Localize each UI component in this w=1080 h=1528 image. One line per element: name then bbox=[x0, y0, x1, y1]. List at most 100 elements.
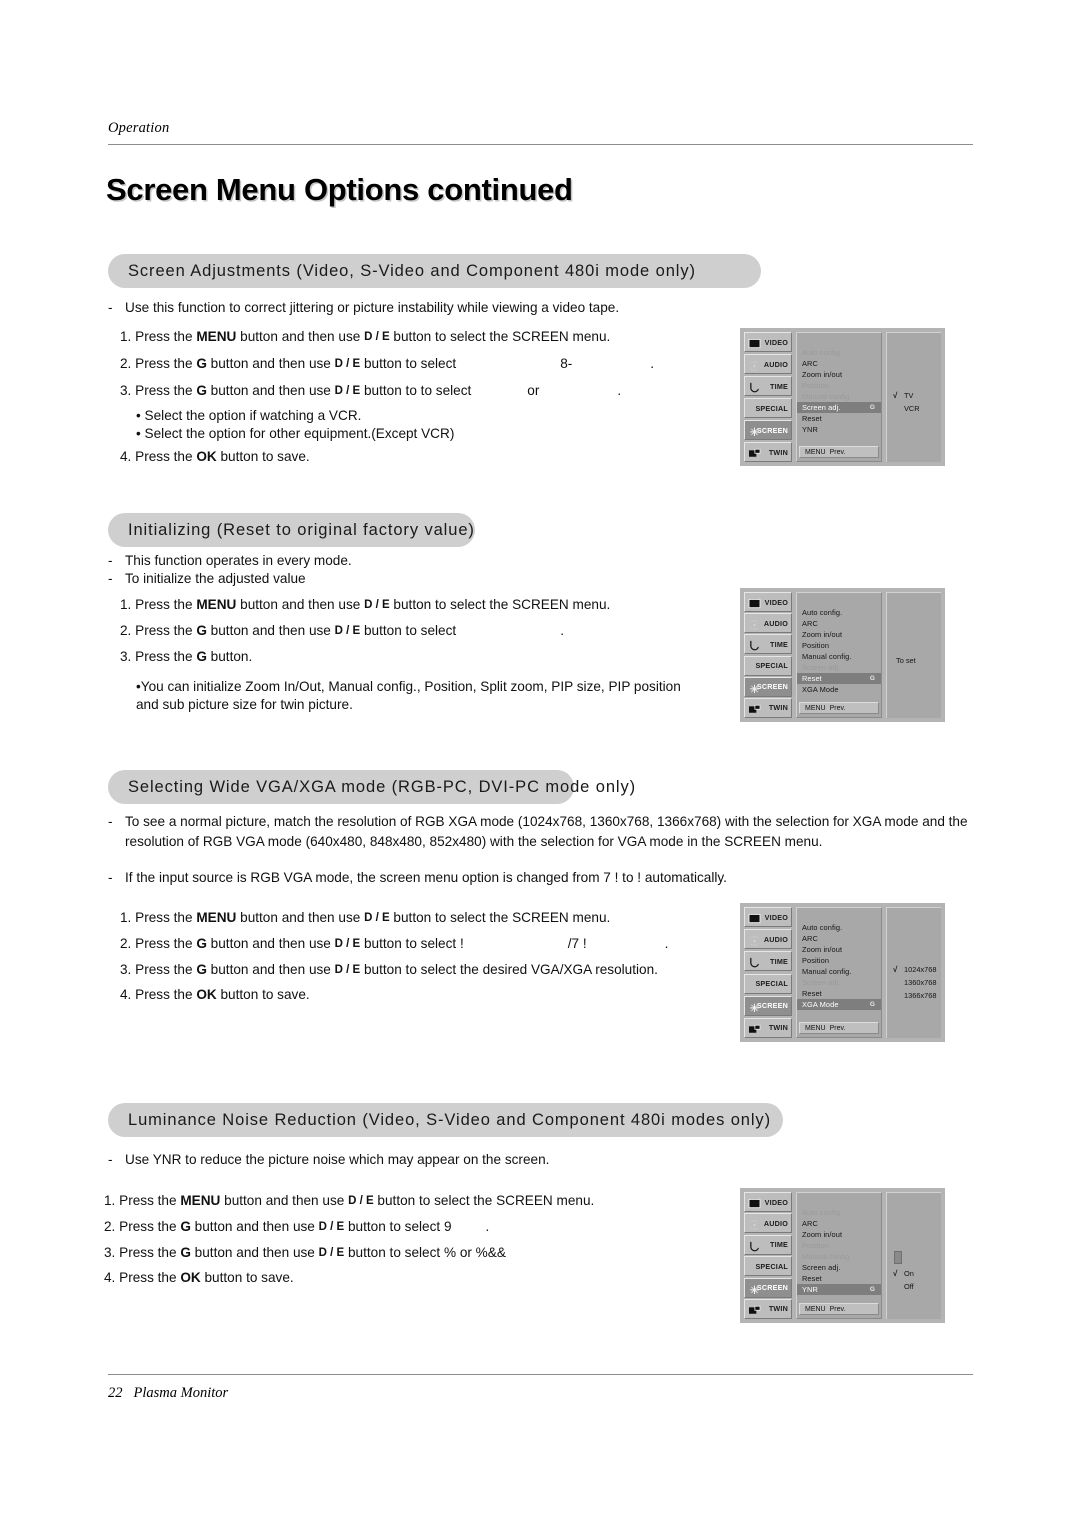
osd-item-arc[interactable]: ARC bbox=[797, 618, 881, 629]
osd-tab-label: AUDIO bbox=[763, 934, 788, 944]
osd-item-arc[interactable]: ARC bbox=[797, 933, 881, 944]
dash-marker: - bbox=[108, 571, 113, 586]
osd-footer-menu-label[interactable]: MENU bbox=[805, 705, 826, 712]
arrow-keys-glyph: D / E bbox=[364, 599, 390, 611]
osd-tab-label: AUDIO bbox=[763, 618, 788, 628]
osd-tab-special[interactable]: SPECIAL bbox=[744, 655, 792, 676]
osd-option-on[interactable]: √ On bbox=[893, 1269, 914, 1278]
footer-rule bbox=[108, 1374, 973, 1375]
osd-tab-audio[interactable]: AUDIO bbox=[744, 613, 792, 634]
osd-tab-time[interactable]: TIME bbox=[744, 634, 792, 655]
osd-item-arc[interactable]: ARC bbox=[797, 358, 881, 369]
g-key-label: G bbox=[196, 383, 207, 398]
osd-option-pane: √ On Off bbox=[886, 1192, 941, 1319]
osd-item-list: Auto config. ARC Zoom in/out Position Manual… bbox=[796, 332, 882, 462]
osd-tab-video[interactable]: VIDEO bbox=[744, 1192, 792, 1212]
osd-item-label: ARC bbox=[802, 1219, 818, 1228]
osd-item-reset[interactable]: Reset bbox=[797, 1273, 881, 1284]
osd-option-1366x768[interactable]: 1366x768 bbox=[893, 991, 936, 1000]
osd-option-vcr[interactable]: VCR bbox=[893, 404, 920, 413]
osd-tab-twin[interactable]: TWIN bbox=[744, 1017, 792, 1038]
osd-tab-screen[interactable]: SCREEN bbox=[744, 420, 792, 440]
osd-option-1024x768[interactable]: √ 1024x768 bbox=[893, 965, 936, 974]
osd-tab-video[interactable]: VIDEO bbox=[744, 907, 792, 927]
osd-item-auto-config[interactable]: Auto config. bbox=[797, 922, 881, 933]
osd-tab-time[interactable]: TIME bbox=[744, 1234, 792, 1255]
speaker-icon bbox=[748, 1218, 761, 1231]
osd-footer-menu-label[interactable]: MENU bbox=[805, 1025, 826, 1032]
g-key-label: G bbox=[196, 936, 207, 951]
osd-footer-prev-label[interactable]: Prev. bbox=[830, 1025, 846, 1032]
osd-footer-bar: MENU Prev. bbox=[799, 446, 879, 458]
osd-item-auto-config[interactable]: Auto config. bbox=[797, 607, 881, 618]
osd-footer-bar: MENU Prev. bbox=[799, 1022, 879, 1034]
ok-key-label: OK bbox=[196, 449, 217, 464]
osd-item-xga-mode[interactable]: XGA Mode G bbox=[797, 999, 881, 1010]
osd-tab-special[interactable]: SPECIAL bbox=[744, 973, 792, 994]
osd-tab-twin[interactable]: TWIN bbox=[744, 442, 792, 462]
osd-tab-audio[interactable]: AUDIO bbox=[744, 929, 792, 950]
osd-option-label: 1024x768 bbox=[904, 965, 937, 974]
osd-item-ynr[interactable]: YNR bbox=[797, 424, 881, 435]
osd-tab-time[interactable]: TIME bbox=[744, 376, 792, 396]
osd-tab-label: TIME bbox=[770, 956, 788, 966]
osd-footer-bar: MENU Prev. bbox=[799, 1303, 879, 1315]
osd-item-ynr[interactable]: YNR G bbox=[797, 1284, 881, 1295]
osd-footer-prev-label[interactable]: Prev. bbox=[830, 705, 846, 712]
step-2: 2. Press the G button and then use D / E… bbox=[120, 936, 669, 951]
osd-item-arrow-icon: G bbox=[869, 1286, 875, 1293]
speaker-icon bbox=[748, 934, 761, 946]
osd-item-label: Screen adj. bbox=[802, 663, 841, 672]
osd-tab-twin[interactable]: TWIN bbox=[744, 1298, 792, 1319]
osd-footer-menu-label[interactable]: MENU bbox=[805, 449, 826, 456]
osd-item-zoom-in-out[interactable]: Zoom in/out bbox=[797, 369, 881, 380]
osd-item-zoom-in-out[interactable]: Zoom in/out bbox=[797, 1229, 881, 1240]
osd-tab-audio[interactable]: AUDIO bbox=[744, 354, 792, 374]
osd-tab-screen[interactable]: SCREEN bbox=[744, 676, 792, 697]
osd-tab-special[interactable]: SPECIAL bbox=[744, 1256, 792, 1277]
osd-item-position[interactable]: Position bbox=[797, 955, 881, 966]
osd-tab-screen[interactable]: SCREEN bbox=[744, 995, 792, 1016]
osd-item-reset[interactable]: Reset bbox=[797, 413, 881, 424]
osd-tab-label: SPECIAL bbox=[755, 661, 788, 671]
osd-option-tv[interactable]: √ TV bbox=[893, 391, 913, 400]
osd-item-arc[interactable]: ARC bbox=[797, 1218, 881, 1229]
osd-footer-prev-label[interactable]: Prev. bbox=[830, 1306, 846, 1313]
osd-footer-prev-label[interactable]: Prev. bbox=[830, 449, 846, 456]
osd-item-label: Manual config. bbox=[802, 1252, 852, 1261]
osd-item-reset[interactable]: Reset G bbox=[797, 673, 881, 684]
osd-tab-time[interactable]: TIME bbox=[744, 951, 792, 972]
arrow-keys-glyph: D / E bbox=[318, 1221, 345, 1233]
osd-item-manual-config[interactable]: Manual config. bbox=[797, 966, 881, 977]
intro-bullet: - Use YNR to reduce the picture noise wh… bbox=[108, 1150, 808, 1170]
step-4: 4. Press the OK button to save. bbox=[104, 1270, 294, 1285]
osd-item-manual-config[interactable]: Manual config. bbox=[797, 651, 881, 662]
osd-tab-video[interactable]: VIDEO bbox=[744, 592, 792, 612]
osd-tab-special[interactable]: SPECIAL bbox=[744, 398, 792, 418]
arrow-keys-glyph: D / E bbox=[348, 1195, 374, 1207]
osd-tab-twin[interactable]: TWIN bbox=[744, 697, 792, 718]
osd-tab-video[interactable]: VIDEO bbox=[744, 332, 792, 352]
step-3: 3. Press the G button and then use D / E… bbox=[104, 1245, 506, 1260]
osd-tab-audio[interactable]: AUDIO bbox=[744, 1213, 792, 1234]
intro-bullet: - To see a normal picture, match the res… bbox=[108, 814, 968, 850]
intro-bullet: - To initialize the adjusted value bbox=[108, 569, 708, 589]
osd-tab-screen[interactable]: SCREEN bbox=[744, 1277, 792, 1298]
osd-item-xga-mode[interactable]: XGA Mode bbox=[797, 684, 881, 695]
osd-item-label: XGA Mode bbox=[802, 685, 839, 694]
osd-item-zoom-in-out[interactable]: Zoom in/out bbox=[797, 944, 881, 955]
g-key-label: G bbox=[180, 1219, 191, 1234]
osd-item-label: Reset bbox=[802, 674, 822, 683]
osd-footer-menu-label[interactable]: MENU bbox=[805, 1306, 826, 1313]
osd-item-label: Reset bbox=[802, 414, 822, 423]
osd-item-zoom-in-out[interactable]: Zoom in/out bbox=[797, 629, 881, 640]
menu-key-label: MENU bbox=[196, 910, 237, 925]
product-name: Plasma Monitor bbox=[133, 1385, 229, 1401]
osd-item-screen-adj[interactable]: Screen adj. G bbox=[797, 402, 881, 413]
osd-item-reset[interactable]: Reset bbox=[797, 988, 881, 999]
osd-item-position[interactable]: Position bbox=[797, 640, 881, 651]
osd-option-1360x768[interactable]: 1360x768 bbox=[893, 978, 936, 987]
osd-option-off[interactable]: Off bbox=[893, 1282, 914, 1291]
section-heading-wide-vga-xga: Selecting Wide VGA/XGA mode (RGB-PC, DVI… bbox=[108, 770, 635, 804]
osd-item-screen-adj[interactable]: Screen adj. bbox=[797, 1262, 881, 1273]
